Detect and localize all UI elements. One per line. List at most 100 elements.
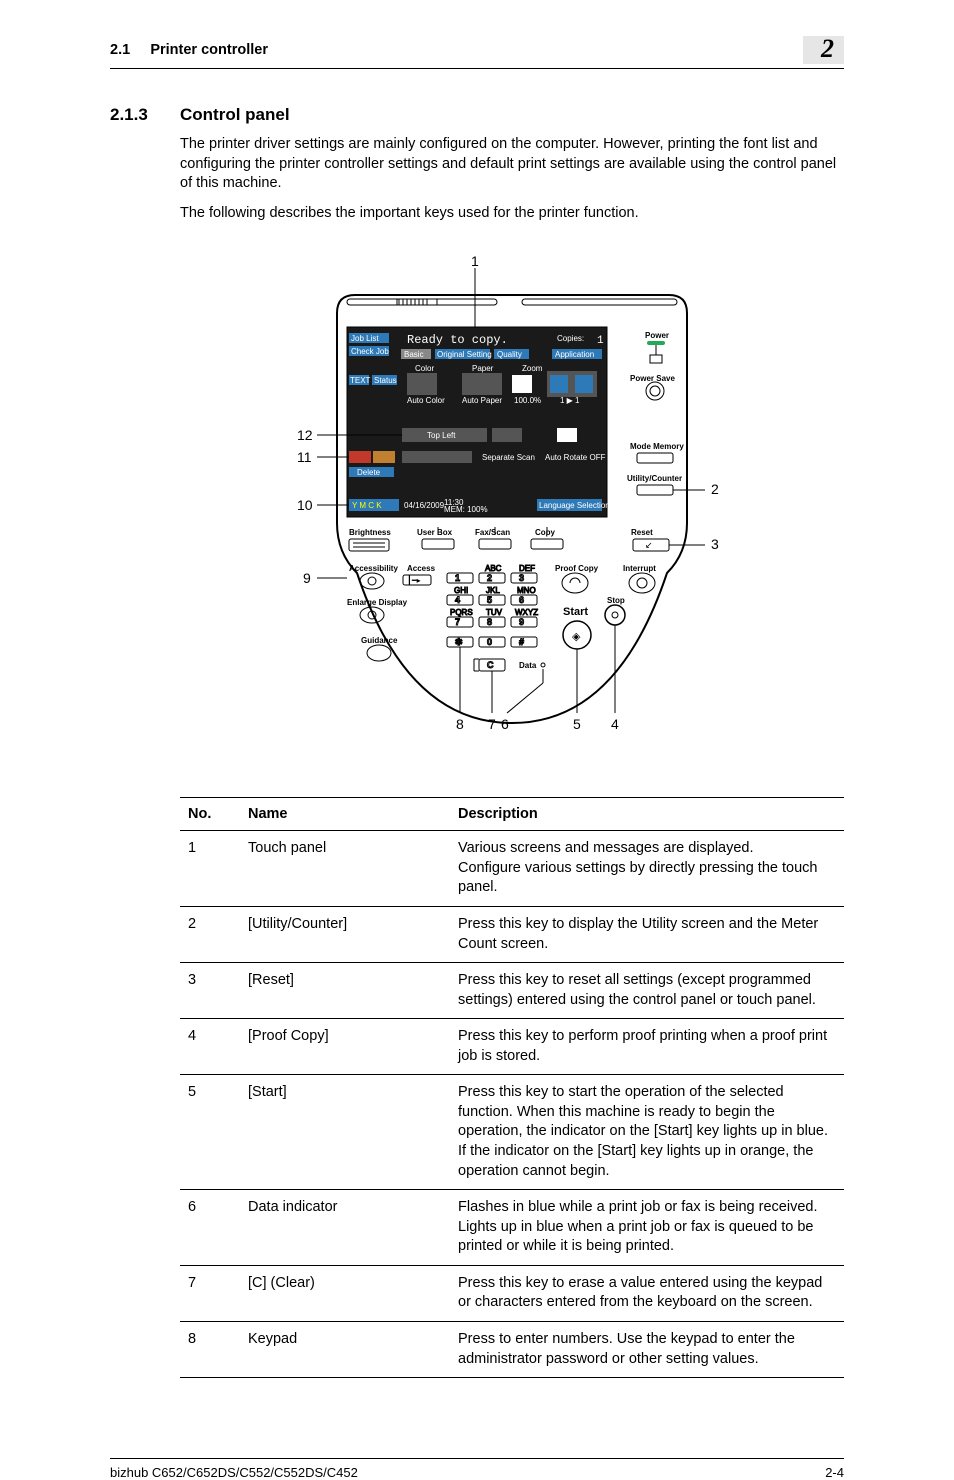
svg-text:5: 5 xyxy=(487,595,492,605)
svg-text:Basic: Basic xyxy=(404,350,424,359)
svg-text:Original Setting: Original Setting xyxy=(437,350,492,359)
svg-text:12: 12 xyxy=(297,427,313,443)
table-row: 4[Proof Copy]Press this key to perform p… xyxy=(180,1019,844,1075)
svg-text:Quality: Quality xyxy=(497,350,522,359)
svg-text:Auto Paper: Auto Paper xyxy=(462,396,502,405)
svg-text:JKL: JKL xyxy=(486,586,500,595)
svg-text:GHI: GHI xyxy=(454,586,468,595)
svg-text:Utility/Counter: Utility/Counter xyxy=(627,474,682,483)
svg-text:7: 7 xyxy=(455,617,460,627)
page-header: 2.1 Printer controller 2 xyxy=(110,36,844,69)
svg-text:7: 7 xyxy=(488,716,496,732)
col-description: Description xyxy=(450,798,844,831)
svg-text:#: # xyxy=(519,637,524,647)
section-title: Printer controller xyxy=(150,42,268,58)
svg-text:Paper: Paper xyxy=(472,364,494,373)
svg-text:Auto Rotate OFF: Auto Rotate OFF xyxy=(545,453,606,462)
table-row: 3[Reset]Press this key to reset all sett… xyxy=(180,963,844,1019)
svg-text:Zoom: Zoom xyxy=(522,364,543,373)
svg-text:Color: Color xyxy=(415,364,434,373)
svg-text:3: 3 xyxy=(711,536,719,552)
heading-number: 2.1.3 xyxy=(110,105,180,125)
svg-text:2: 2 xyxy=(487,573,492,583)
chapter-badge: 2 xyxy=(803,36,844,64)
svg-text:Access: Access xyxy=(407,564,436,573)
heading-title: Control panel xyxy=(180,105,290,125)
svg-text:8: 8 xyxy=(456,716,464,732)
table-row: 5[Start]Press this key to start the oper… xyxy=(180,1075,844,1190)
svg-text:WXYZ: WXYZ xyxy=(515,608,538,617)
svg-text:Copies:: Copies: xyxy=(557,334,584,343)
table-row: 1Touch panelVarious screens and messages… xyxy=(180,831,844,907)
col-no: No. xyxy=(180,798,240,831)
svg-text:04/16/2009: 04/16/2009 xyxy=(404,501,445,510)
svg-text:4: 4 xyxy=(611,716,619,732)
svg-text:TEXT: TEXT xyxy=(350,376,371,385)
svg-text:3: 3 xyxy=(519,573,524,583)
svg-text:◈: ◈ xyxy=(572,631,581,643)
svg-text:ABC: ABC xyxy=(485,564,502,573)
svg-text:Enlarge Display: Enlarge Display xyxy=(347,598,408,607)
svg-text:Power Save: Power Save xyxy=(630,374,675,383)
svg-text:Brightness: Brightness xyxy=(349,528,391,537)
svg-text:6: 6 xyxy=(501,716,509,732)
intro-paragraph-1: The printer driver settings are mainly c… xyxy=(180,135,844,194)
svg-text:9: 9 xyxy=(519,617,524,627)
svg-text:1: 1 xyxy=(471,253,479,269)
svg-text:1: 1 xyxy=(597,335,604,347)
svg-text:MNO: MNO xyxy=(517,586,536,595)
svg-text:C: C xyxy=(487,660,494,670)
svg-text:DEF: DEF xyxy=(519,564,535,573)
svg-text:Auto Color: Auto Color xyxy=(407,396,445,405)
svg-text:Proof Copy: Proof Copy xyxy=(555,564,599,573)
table-row: 2[Utility/Counter]Press this key to disp… xyxy=(180,906,844,962)
page-footer: bizhub C652/C652DS/C552/C552DS/C452 2-4 xyxy=(110,1458,844,1480)
svg-text:4: 4 xyxy=(455,595,460,605)
intro-paragraph-2: The following describes the important ke… xyxy=(180,204,844,224)
table-row: 6Data indicatorFlashes in blue while a p… xyxy=(180,1190,844,1266)
svg-text:Application: Application xyxy=(555,350,594,359)
svg-text:Stop: Stop xyxy=(607,596,625,605)
svg-text:↙: ↙ xyxy=(645,540,653,550)
svg-text:100.0%: 100.0% xyxy=(514,396,541,405)
svg-text:Top Left: Top Left xyxy=(427,431,456,440)
svg-text:Delete: Delete xyxy=(357,468,381,477)
svg-text:Reset: Reset xyxy=(631,528,653,537)
svg-text:Ready to copy.: Ready to copy. xyxy=(407,333,508,347)
svg-text:Separate Scan: Separate Scan xyxy=(482,453,535,462)
col-name: Name xyxy=(240,798,450,831)
svg-text:Job List: Job List xyxy=(351,334,379,343)
control-panel-figure: Job List Job List Ready to copy. Copies:… xyxy=(180,253,844,773)
section-number: 2.1 xyxy=(110,42,130,58)
svg-text:User Box: User Box xyxy=(417,528,453,537)
svg-text:Mode Memory: Mode Memory xyxy=(630,442,684,451)
svg-text:Status: Status xyxy=(374,376,397,385)
svg-text:Guidance: Guidance xyxy=(361,636,398,645)
svg-text:✱: ✱ xyxy=(455,637,463,647)
footer-model: bizhub C652/C652DS/C552/C552DS/C452 xyxy=(110,1465,358,1480)
svg-text:5: 5 xyxy=(573,716,581,732)
svg-text:1 ▶ 1: 1 ▶ 1 xyxy=(560,396,580,405)
svg-text:8: 8 xyxy=(487,617,492,627)
svg-text:TUV: TUV xyxy=(486,608,503,617)
svg-text:1: 1 xyxy=(455,573,460,583)
svg-text:PQRS: PQRS xyxy=(450,608,473,617)
svg-text:┃━▸: ┃━▸ xyxy=(407,575,421,585)
svg-text:Interrupt: Interrupt xyxy=(623,564,656,573)
svg-text:11: 11 xyxy=(297,449,312,465)
svg-text:Language Selection: Language Selection xyxy=(539,501,610,510)
footer-page: 2-4 xyxy=(825,1465,844,1480)
svg-text:0: 0 xyxy=(487,637,492,647)
svg-text:Check Job: Check Job xyxy=(351,347,389,356)
svg-text:2: 2 xyxy=(711,481,719,497)
svg-text:10: 10 xyxy=(297,497,313,513)
svg-text:Fax/Scan: Fax/Scan xyxy=(475,528,510,537)
svg-text:Start: Start xyxy=(563,606,588,618)
control-panel-table: No. Name Description 1Touch panelVarious… xyxy=(180,797,844,1378)
table-row: 7[C] (Clear)Press this key to erase a va… xyxy=(180,1265,844,1321)
svg-text:9: 9 xyxy=(303,570,311,586)
svg-text:Data: Data xyxy=(519,661,537,670)
svg-text:MEM: 100%: MEM: 100% xyxy=(444,505,488,514)
svg-text:Y M C K: Y M C K xyxy=(352,501,382,510)
svg-text:Accessibility: Accessibility xyxy=(349,564,398,573)
